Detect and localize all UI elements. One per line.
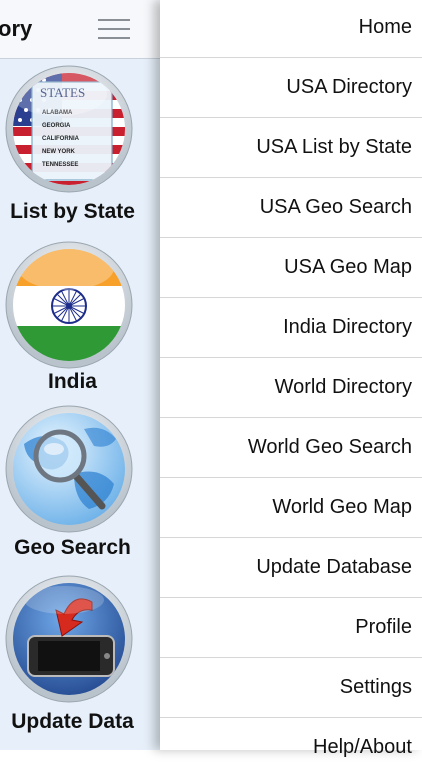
menu-item-settings[interactable]: Settings bbox=[160, 658, 422, 718]
menu-item-usa-geo-map[interactable]: USA Geo Map bbox=[160, 238, 422, 298]
underlying-page: ory STATES ALABAMA GEORGIA CALIFORNIA NE… bbox=[0, 0, 160, 750]
usa-states-globe-icon: STATES ALABAMA GEORGIA CALIFORNIA NEW YO… bbox=[5, 65, 133, 193]
phone-download-icon bbox=[5, 575, 133, 703]
tile-geo-search[interactable]: Geo Search bbox=[0, 402, 160, 568]
svg-text:NEW YORK: NEW YORK bbox=[42, 149, 76, 155]
svg-text:GEORGIA: GEORGIA bbox=[42, 123, 71, 129]
app-header: ory bbox=[0, 0, 160, 59]
side-drawer-menu: Home USA Directory USA List by State USA… bbox=[160, 0, 422, 758]
menu-item-help-about[interactable]: Help/About bbox=[160, 718, 422, 778]
tile-label: List by State bbox=[10, 200, 135, 223]
svg-text:TENNESSEE: TENNESSEE bbox=[42, 162, 78, 168]
menu-item-profile[interactable]: Profile bbox=[160, 598, 422, 658]
menu-item-world-geo-map[interactable]: World Geo Map bbox=[160, 478, 422, 538]
globe-magnifier-icon bbox=[5, 405, 133, 533]
tile-update-data[interactable]: Update Data bbox=[0, 572, 160, 750]
menu-item-update-database[interactable]: Update Database bbox=[160, 538, 422, 598]
menu-item-home[interactable]: Home bbox=[160, 0, 422, 58]
tile-label: India bbox=[47, 370, 97, 393]
menu-item-india-directory[interactable]: India Directory bbox=[160, 298, 422, 358]
tile-list-by-state[interactable]: STATES ALABAMA GEORGIA CALIFORNIA NEW YO… bbox=[0, 62, 160, 232]
menu-item-world-directory[interactable]: World Directory bbox=[160, 358, 422, 418]
tile-label: Update Data bbox=[11, 710, 134, 733]
menu-item-world-geo-search[interactable]: World Geo Search bbox=[160, 418, 422, 478]
menu-item-usa-list-by-state[interactable]: USA List by State bbox=[160, 118, 422, 178]
india-flag-globe-icon bbox=[5, 241, 133, 369]
app-title: ory bbox=[0, 16, 33, 41]
menu-item-usa-geo-search[interactable]: USA Geo Search bbox=[160, 178, 422, 238]
hamburger-menu-icon[interactable] bbox=[98, 17, 132, 41]
tile-india[interactable]: India bbox=[0, 238, 160, 398]
menu-item-usa-directory[interactable]: USA Directory bbox=[160, 58, 422, 118]
svg-text:CALIFORNIA: CALIFORNIA bbox=[42, 136, 80, 142]
tile-label: Geo Search bbox=[14, 536, 131, 559]
